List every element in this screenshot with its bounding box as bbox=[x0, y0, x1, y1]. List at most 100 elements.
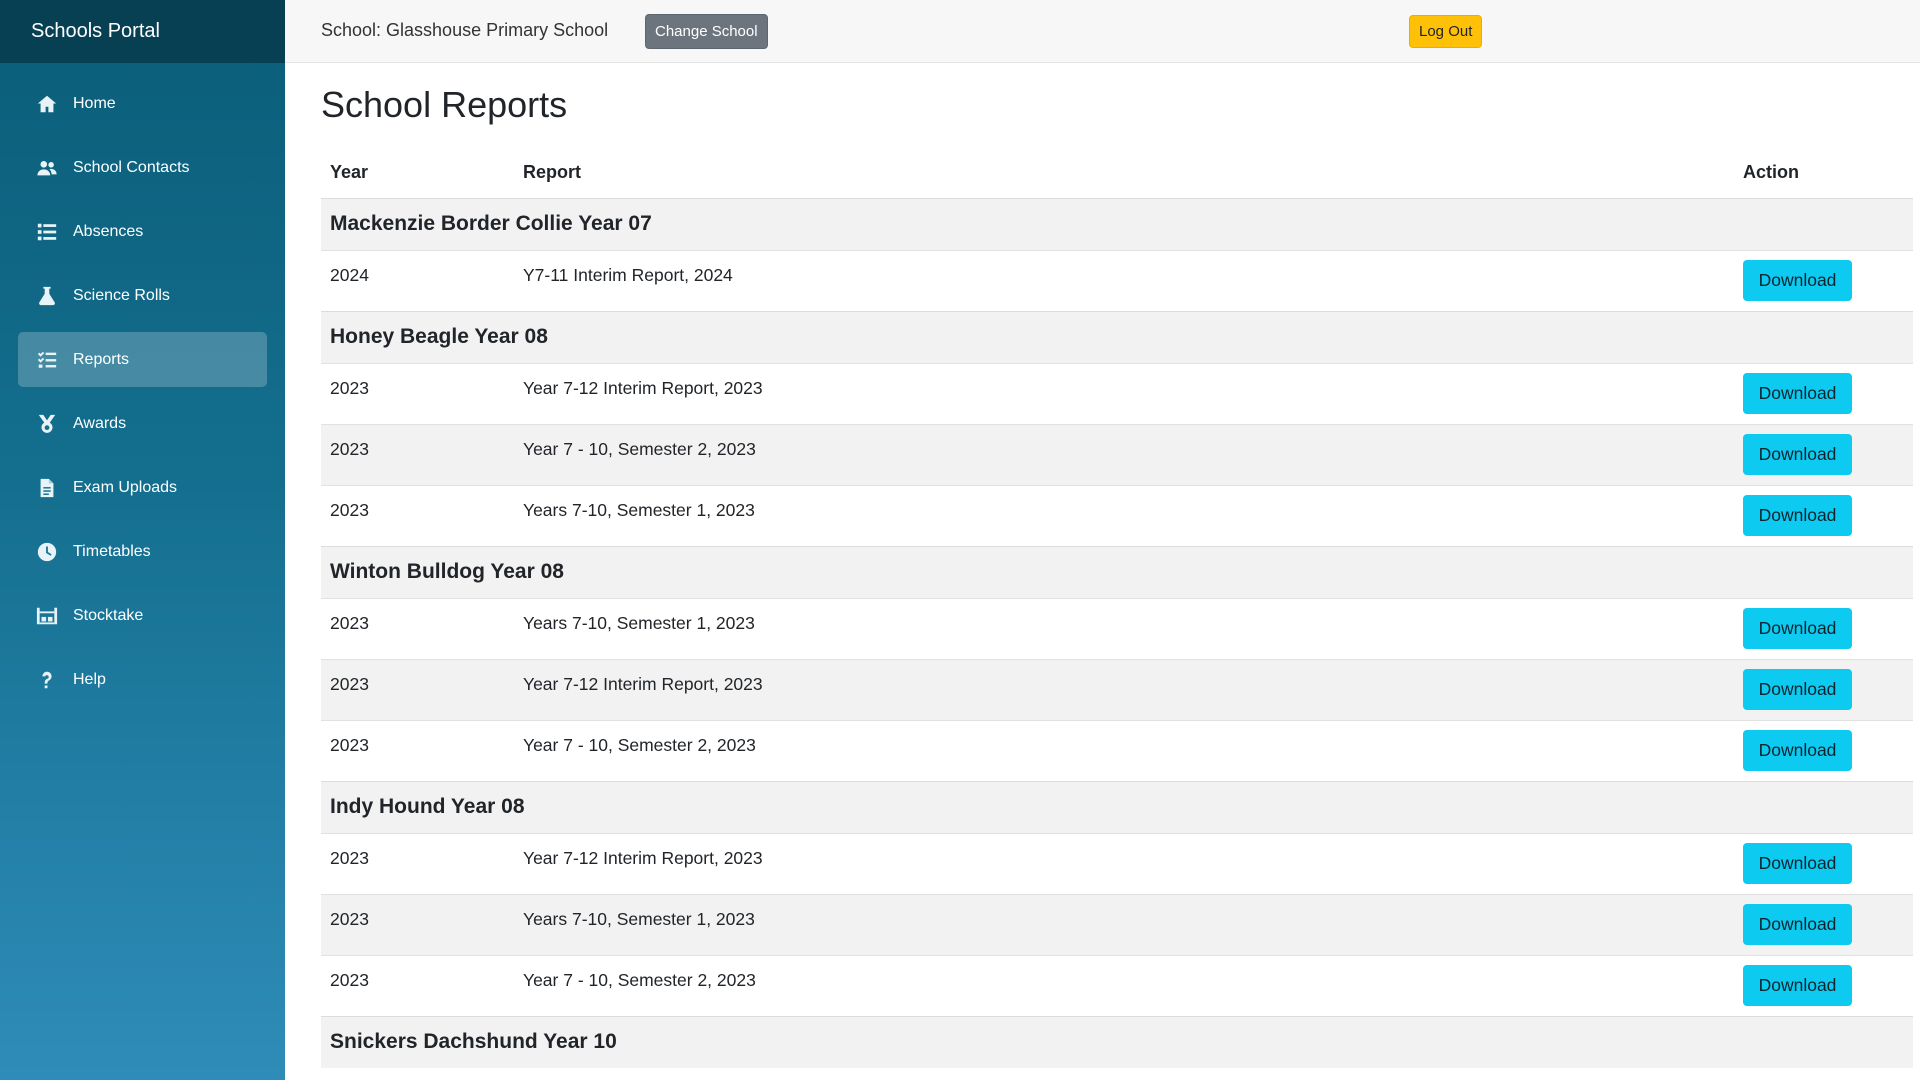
report-year: 2023 bbox=[321, 954, 514, 1016]
report-action-cell: Download bbox=[1734, 597, 1913, 659]
table-row: 2023 Years 7-10, Semester 1, 2023 Download bbox=[321, 597, 1913, 659]
app-title: Schools Portal bbox=[0, 0, 285, 63]
warehouse-icon bbox=[35, 604, 59, 628]
student-name: Indy Hound Year 08 bbox=[321, 780, 1913, 833]
sidebar-item-science-rolls[interactable]: Science Rolls bbox=[18, 268, 267, 323]
change-school-button[interactable]: Change School bbox=[645, 14, 768, 49]
download-button[interactable]: Download bbox=[1743, 964, 1852, 1006]
home-icon bbox=[35, 92, 59, 116]
award-icon bbox=[35, 412, 59, 436]
reports-table-body: Mackenzie Border Collie Year 07 2024 Y7-11… bbox=[321, 197, 1913, 1068]
table-row: 2023 Year 7 - 10, Semester 2, 2023 Downloa… bbox=[321, 423, 1913, 485]
column-header-report: Report bbox=[523, 161, 581, 182]
report-name: Years 7-10, Semester 1, 2023 bbox=[514, 484, 1734, 546]
download-button[interactable]: Download bbox=[1743, 433, 1852, 475]
report-name: Year 7-12 Interim Report, 2023 bbox=[514, 362, 1734, 424]
table-row: 2023 Year 7-12 Interim Report, 2023 Downlo… bbox=[321, 658, 1913, 720]
table-row: 2023 Year 7 - 10, Semester 2, 2023 Downloa… bbox=[321, 954, 1913, 1016]
report-name: Years 7-10, Semester 1, 2023 bbox=[514, 893, 1734, 955]
report-name: Year 7 - 10, Semester 2, 2023 bbox=[514, 719, 1734, 781]
sidebar-item-school-contacts[interactable]: School Contacts bbox=[18, 140, 267, 195]
report-name: Y7-11 Interim Report, 2024 bbox=[514, 249, 1734, 311]
sidebar-item-label: Home bbox=[73, 94, 116, 112]
table-row: 2023 Years 7-10, Semester 1, 2023 Download bbox=[321, 893, 1913, 955]
report-action-cell: Download bbox=[1734, 832, 1913, 894]
student-name: Honey Beagle Year 08 bbox=[321, 310, 1913, 363]
student-name: Winton Bulldog Year 08 bbox=[321, 545, 1913, 598]
main-content: School Reports Year Report Action Macken… bbox=[321, 63, 1913, 1068]
report-year: 2023 bbox=[321, 832, 514, 894]
report-name: Years 7-10, Semester 1, 2023 bbox=[514, 597, 1734, 659]
clock-icon bbox=[35, 540, 59, 564]
sidebar-item-label: Timetables bbox=[73, 542, 151, 560]
report-year: 2023 bbox=[321, 719, 514, 781]
download-button[interactable]: Download bbox=[1743, 842, 1852, 884]
download-button[interactable]: Download bbox=[1743, 903, 1852, 945]
report-year: 2023 bbox=[321, 423, 514, 485]
report-year: 2023 bbox=[321, 362, 514, 424]
file-icon bbox=[35, 476, 59, 500]
student-group-row: Mackenzie Border Collie Year 07 bbox=[321, 197, 1913, 250]
table-header-row: Year Report Action bbox=[321, 147, 1913, 198]
reports-table: Year Report Action Mackenzie Border Coll… bbox=[321, 147, 1913, 1068]
list-icon bbox=[35, 220, 59, 244]
sidebar-item-reports[interactable]: Reports bbox=[18, 332, 267, 387]
report-name: Year 7-12 Interim Report, 2023 bbox=[514, 658, 1734, 720]
logout-button[interactable]: Log Out bbox=[1409, 15, 1483, 48]
student-name: Mackenzie Border Collie Year 07 bbox=[321, 197, 1913, 250]
sidebar-item-label: Awards bbox=[73, 414, 127, 432]
question-icon bbox=[35, 668, 59, 692]
report-name: Year 7 - 10, Semester 2, 2023 bbox=[514, 954, 1734, 1016]
sidebar-item-stocktake[interactable]: Stocktake bbox=[18, 588, 267, 643]
column-header-year: Year bbox=[330, 161, 369, 182]
sidebar-item-label: Stocktake bbox=[73, 606, 144, 624]
report-action-cell: Download bbox=[1734, 362, 1913, 424]
table-row: 2023 Year 7-12 Interim Report, 2023 Downlo… bbox=[321, 362, 1913, 424]
student-group-row: Honey Beagle Year 08 bbox=[321, 310, 1913, 363]
page-title: School Reports bbox=[321, 84, 568, 125]
sidebar-item-label: School Contacts bbox=[73, 158, 190, 176]
table-row: 2024 Y7-11 Interim Report, 2024 Download bbox=[321, 249, 1913, 311]
report-action-cell: Download bbox=[1734, 249, 1913, 311]
download-button[interactable]: Download bbox=[1743, 259, 1852, 301]
report-year: 2023 bbox=[321, 484, 514, 546]
report-action-cell: Download bbox=[1734, 893, 1913, 955]
current-school-label: School: Glasshouse Primary School bbox=[321, 20, 609, 40]
sidebar-item-absences[interactable]: Absences bbox=[18, 204, 267, 259]
sidebar-item-label: Absences bbox=[73, 222, 144, 240]
student-group-row: Winton Bulldog Year 08 bbox=[321, 545, 1913, 598]
download-button[interactable]: Download bbox=[1743, 494, 1852, 536]
flask-icon bbox=[35, 284, 59, 308]
sidebar-item-label: Science Rolls bbox=[73, 286, 170, 304]
student-name: Snickers Dachshund Year 10 bbox=[321, 1015, 1913, 1068]
table-row: 2023 Year 7 - 10, Semester 2, 2023 Downloa… bbox=[321, 719, 1913, 781]
sidebar-item-home[interactable]: Home bbox=[18, 76, 267, 131]
report-year: 2023 bbox=[321, 597, 514, 659]
top-bar: School: Glasshouse Primary School Change… bbox=[285, 0, 1920, 63]
report-year: 2023 bbox=[321, 893, 514, 955]
student-group-row: Snickers Dachshund Year 10 bbox=[321, 1015, 1913, 1068]
table-row: 2023 Year 7-12 Interim Report, 2023 Downlo… bbox=[321, 832, 1913, 894]
report-action-cell: Download bbox=[1734, 719, 1913, 781]
report-action-cell: Download bbox=[1734, 658, 1913, 720]
sidebar-item-help[interactable]: Help bbox=[18, 652, 267, 707]
sidebar-item-exam-uploads[interactable]: Exam Uploads bbox=[18, 460, 267, 515]
report-name: Year 7-12 Interim Report, 2023 bbox=[514, 832, 1734, 894]
column-header-action: Action bbox=[1743, 161, 1799, 182]
sidebar-item-label: Exam Uploads bbox=[73, 478, 178, 496]
sidebar-item-label: Reports bbox=[73, 350, 130, 368]
download-button[interactable]: Download bbox=[1743, 668, 1852, 710]
sidebar: Schools Portal Home School Contacts Abse… bbox=[0, 0, 285, 1080]
tasks-icon bbox=[35, 348, 59, 372]
report-action-cell: Download bbox=[1734, 423, 1913, 485]
download-button[interactable]: Download bbox=[1743, 372, 1852, 414]
sidebar-item-awards[interactable]: Awards bbox=[18, 396, 267, 451]
sidebar-nav: Home School Contacts Absences Science Ro… bbox=[0, 63, 285, 707]
users-icon bbox=[35, 156, 59, 180]
report-action-cell: Download bbox=[1734, 484, 1913, 546]
sidebar-item-timetables[interactable]: Timetables bbox=[18, 524, 267, 579]
report-name: Year 7 - 10, Semester 2, 2023 bbox=[514, 423, 1734, 485]
download-button[interactable]: Download bbox=[1743, 729, 1852, 771]
download-button[interactable]: Download bbox=[1743, 607, 1852, 649]
report-action-cell: Download bbox=[1734, 954, 1913, 1016]
